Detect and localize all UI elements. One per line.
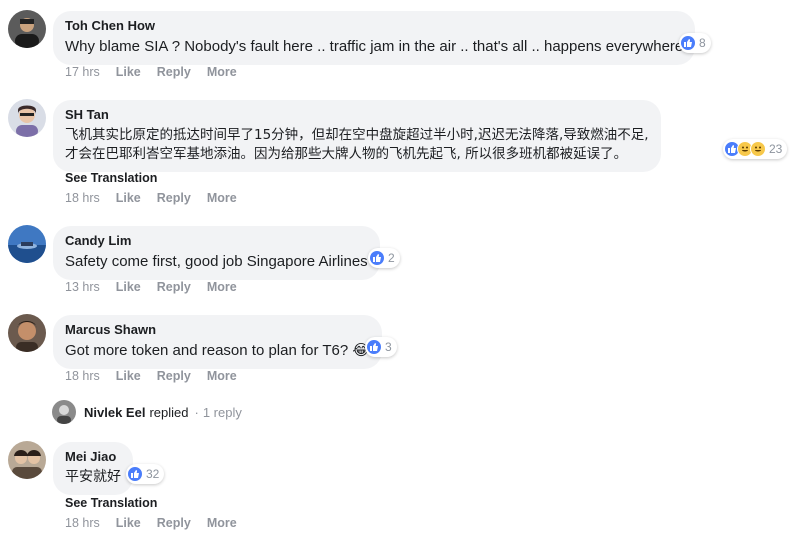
comment-text-line: 飞机其实比原定的抵达时间早了15分钟，但却在空中盘旋超过半小时,迟迟无法降落,导…: [65, 127, 649, 143]
comment-bubble: Marcus Shawn Got more token and reason t…: [53, 315, 382, 369]
reply-verb: replied: [149, 404, 189, 420]
reaction-summary[interactable]: 32: [126, 464, 165, 484]
comment-actions: 18 hrs Like Reply More: [65, 516, 253, 530]
like-button[interactable]: Like: [116, 65, 141, 79]
reply-button[interactable]: Reply: [157, 65, 191, 79]
avatar[interactable]: [8, 225, 46, 263]
reply-button[interactable]: Reply: [157, 191, 191, 205]
reaction-count: 23: [769, 142, 783, 156]
avatar[interactable]: [8, 10, 46, 48]
like-button[interactable]: Like: [116, 369, 141, 383]
comment-bubble: Mei Jiao 平安就好: [53, 442, 133, 495]
comment-actions: 17 hrs Like Reply More: [65, 65, 253, 79]
comment-author[interactable]: Candy Lim: [65, 233, 368, 249]
like-reaction-icon: [680, 35, 696, 51]
like-button[interactable]: Like: [116, 516, 141, 530]
like-reaction-icon: [369, 250, 385, 266]
comment-text: Why blame SIA ? Nobody's fault here .. t…: [65, 38, 684, 55]
reaction-summary[interactable]: 2: [368, 248, 400, 268]
see-translation-link[interactable]: See Translation: [65, 171, 157, 185]
comment-text-line: 才会在巴耶利峇空军基地添油。因为给那些大牌人物的飞机先起飞, 所以很多班机都被延…: [65, 146, 628, 162]
comment-author[interactable]: Mei Jiao: [65, 449, 121, 465]
reply-count[interactable]: 1 reply: [203, 405, 242, 420]
reaction-summary[interactable]: 3: [365, 337, 397, 357]
avatar[interactable]: [8, 99, 46, 137]
avatar: [52, 400, 76, 424]
comment-bubble: Candy Lim Safety come first, good job Si…: [53, 226, 380, 280]
reaction-count: 8: [699, 36, 706, 50]
avatar[interactable]: [8, 441, 46, 479]
like-reaction-icon: [366, 339, 382, 355]
avatar[interactable]: [8, 314, 46, 352]
reply-button[interactable]: Reply: [157, 280, 191, 294]
comment-time[interactable]: 18 hrs: [65, 191, 100, 205]
haha-reaction-icon: [750, 141, 766, 157]
comment-time[interactable]: 18 hrs: [65, 369, 100, 383]
comment-text-body: Got more token and reason to plan for T6…: [65, 342, 353, 359]
comment-time[interactable]: 13 hrs: [65, 280, 100, 294]
comment-bubble: Toh Chen How Why blame SIA ? Nobody's fa…: [53, 11, 696, 65]
more-button[interactable]: More: [207, 369, 237, 383]
more-button[interactable]: More: [207, 65, 237, 79]
reply-author[interactable]: Nivlek Eel: [84, 405, 145, 420]
comment-actions: 13 hrs Like Reply More: [65, 280, 253, 294]
comment-time[interactable]: 17 hrs: [65, 65, 100, 79]
comment-actions: 18 hrs Like Reply More: [65, 191, 253, 205]
more-button[interactable]: More: [207, 280, 237, 294]
see-translation-link[interactable]: See Translation: [65, 496, 157, 510]
like-reaction-icon: [127, 466, 143, 482]
comment-author[interactable]: Toh Chen How: [65, 18, 683, 34]
reaction-count: 32: [146, 467, 160, 481]
comment-time[interactable]: 18 hrs: [65, 516, 100, 530]
like-button[interactable]: Like: [116, 191, 141, 205]
reaction-count: 3: [385, 340, 392, 354]
view-replies-link[interactable]: Nivlek Eel replied · 1 reply: [52, 400, 242, 424]
comment-text: Safety come first, good job Singapore Ai…: [65, 253, 368, 270]
more-button[interactable]: More: [207, 516, 237, 530]
reaction-count: 2: [388, 251, 395, 265]
comment-author[interactable]: Marcus Shawn: [65, 322, 370, 338]
reply-button[interactable]: Reply: [157, 369, 191, 383]
like-button[interactable]: Like: [116, 280, 141, 294]
comment-text: 平安就好: [65, 469, 121, 485]
reaction-summary[interactable]: 23: [723, 139, 788, 159]
comment-actions: 18 hrs Like Reply More: [65, 369, 253, 383]
reply-button[interactable]: Reply: [157, 516, 191, 530]
more-button[interactable]: More: [207, 191, 237, 205]
comment-bubble: SH Tan 飞机其实比原定的抵达时间早了15分钟，但却在空中盘旋超过半小时,迟…: [53, 100, 661, 172]
reply-separator: ·: [194, 404, 199, 420]
reaction-summary[interactable]: 8: [679, 33, 711, 53]
comment-author[interactable]: SH Tan: [65, 107, 649, 123]
comment-text: Got more token and reason to plan for T6…: [65, 341, 370, 361]
